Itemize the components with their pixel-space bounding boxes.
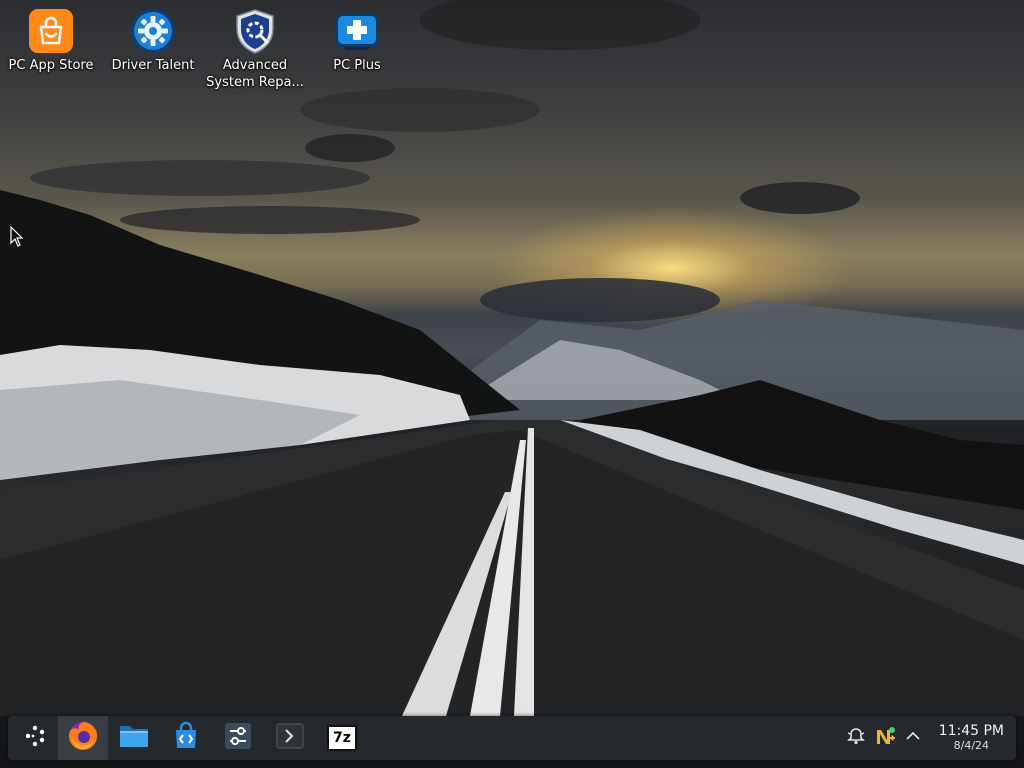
clock[interactable]: 11:45 PM 8/4/24 bbox=[939, 723, 1004, 753]
desktop-icon-advanced-system-repair[interactable]: Advanced System Repa... bbox=[205, 0, 305, 91]
desktop-icon-label: Driver Talent bbox=[111, 58, 195, 73]
update-manager-icon bbox=[873, 724, 897, 752]
file-manager-icon bbox=[118, 722, 150, 754]
terminal-icon bbox=[275, 721, 305, 755]
mouse-cursor-icon bbox=[10, 225, 24, 252]
desktop-icon-label: PC Plus bbox=[333, 58, 381, 73]
taskbar-file-manager-button[interactable] bbox=[109, 716, 159, 760]
expand-tray-button[interactable] bbox=[902, 716, 924, 760]
taskbar-terminal-button[interactable] bbox=[265, 716, 315, 760]
shopping-bag-icon bbox=[26, 6, 76, 56]
medical-cross-icon bbox=[332, 6, 382, 56]
taskbar-firefox-button[interactable] bbox=[58, 716, 108, 760]
gear-icon bbox=[128, 6, 178, 56]
expand-tray-chevron-icon bbox=[904, 727, 922, 749]
7zip-icon: 7z bbox=[327, 725, 357, 751]
taskbar-settings-button[interactable] bbox=[213, 716, 263, 760]
app-launcher-button[interactable] bbox=[10, 716, 60, 760]
desktop-icon-driver-talent[interactable]: Driver Talent bbox=[103, 0, 203, 74]
shield-gear-icon bbox=[230, 6, 280, 56]
notifications-bell-icon bbox=[846, 726, 866, 750]
taskbar-software-store-button[interactable] bbox=[161, 716, 211, 760]
desktop-icon-label: Advanced System Repa... bbox=[206, 58, 304, 90]
desktop-icon-pc-app-store[interactable]: PC App Store bbox=[1, 0, 101, 74]
firefox-icon bbox=[67, 720, 99, 756]
taskbar-7zip-button[interactable]: 7z bbox=[317, 716, 367, 760]
app-launcher-icon bbox=[22, 723, 48, 753]
7zip-icon-text: 7z bbox=[333, 730, 351, 746]
settings-sliders-icon bbox=[223, 721, 253, 755]
notifications-tray-button[interactable] bbox=[844, 716, 868, 760]
clock-date: 8/4/24 bbox=[953, 739, 990, 752]
taskbar: 7z 11:45 PM 8/4/24 bbox=[8, 716, 1016, 760]
desktop-wallpaper bbox=[0, 0, 1024, 768]
software-store-icon bbox=[171, 721, 201, 755]
desktop-icon-pc-plus[interactable]: PC Plus bbox=[307, 0, 407, 74]
update-manager-tray-button[interactable] bbox=[872, 716, 898, 760]
desktop-icon-label: PC App Store bbox=[8, 58, 94, 73]
clock-time: 11:45 PM bbox=[938, 723, 1004, 739]
